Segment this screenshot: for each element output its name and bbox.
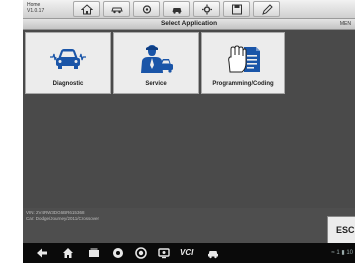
settings-icon xyxy=(142,5,152,14)
diagnostic-label: Diagnostic xyxy=(52,81,84,87)
browser-button[interactable] xyxy=(112,247,124,259)
display-button[interactable] xyxy=(158,247,170,259)
diagnostic-car-icon xyxy=(50,49,86,69)
title-status: MEN xyxy=(339,21,351,27)
programming-coding-tile[interactable]: Programming/Coding xyxy=(201,32,285,94)
gear-icon xyxy=(202,4,212,15)
car-button[interactable] xyxy=(163,1,190,17)
system-navbar: VCI ≈ 1 ▮ 10 xyxy=(23,243,355,263)
tablet-frame: Home V1.0.17 Select Application MEN Diag… xyxy=(0,0,355,263)
home-button[interactable] xyxy=(73,1,100,17)
diagnostic-tile[interactable]: Diagnostic xyxy=(25,32,111,94)
settings-button[interactable] xyxy=(133,1,160,17)
edit-button[interactable] xyxy=(253,1,280,17)
programming-coding-label: Programming/Coding xyxy=(212,81,274,87)
browser-icon xyxy=(113,248,123,258)
car-nav-button[interactable] xyxy=(207,247,219,259)
car-icon xyxy=(208,251,218,259)
display-icon xyxy=(158,248,170,259)
home-icon xyxy=(63,248,73,258)
vehicle-icon xyxy=(111,7,123,14)
gear-button[interactable] xyxy=(193,1,220,17)
system-tray: ≈ 1 ▮ 10 xyxy=(331,250,353,256)
screen: Home V1.0.17 Select Application MEN Diag… xyxy=(23,0,355,263)
service-label: Service xyxy=(145,81,167,87)
save-button[interactable] xyxy=(223,1,250,17)
esc-button[interactable]: ESC xyxy=(327,216,355,244)
service-technician-icon xyxy=(141,45,173,73)
title-bar: Select Application MEN xyxy=(23,19,355,30)
edit-icon xyxy=(262,4,273,15)
camera-button[interactable] xyxy=(135,247,147,259)
vehicle-footer-info: VIN: 2V4RW3DG6BR615368 Car: Dodge/Journe… xyxy=(26,210,99,222)
service-tile[interactable]: Service xyxy=(113,32,199,94)
top-toolbar: Home V1.0.17 xyxy=(23,0,355,19)
recent-apps-icon xyxy=(89,248,99,257)
vehicle-info-line2: V1.0.17 xyxy=(27,8,45,14)
back-button[interactable] xyxy=(36,247,48,259)
vehicle-info: Home V1.0.17 xyxy=(27,2,67,14)
home-icon xyxy=(81,4,93,15)
vehicle-button[interactable] xyxy=(103,1,130,17)
recent-apps-button[interactable] xyxy=(88,247,100,259)
page-title: Select Application xyxy=(160,20,218,27)
main-area: Diagnostic Service Programming/Coding VI… xyxy=(23,30,355,221)
home-nav-button[interactable] xyxy=(62,247,74,259)
camera-icon xyxy=(135,247,147,259)
back-arrow-icon xyxy=(37,248,47,258)
programming-hand-icon xyxy=(228,45,260,73)
vci-indicator[interactable]: VCI xyxy=(180,248,193,257)
car-text: Car: Dodge/Journey/2011/Crossover xyxy=(26,216,99,221)
car-icon xyxy=(172,8,182,14)
save-icon xyxy=(232,4,242,15)
